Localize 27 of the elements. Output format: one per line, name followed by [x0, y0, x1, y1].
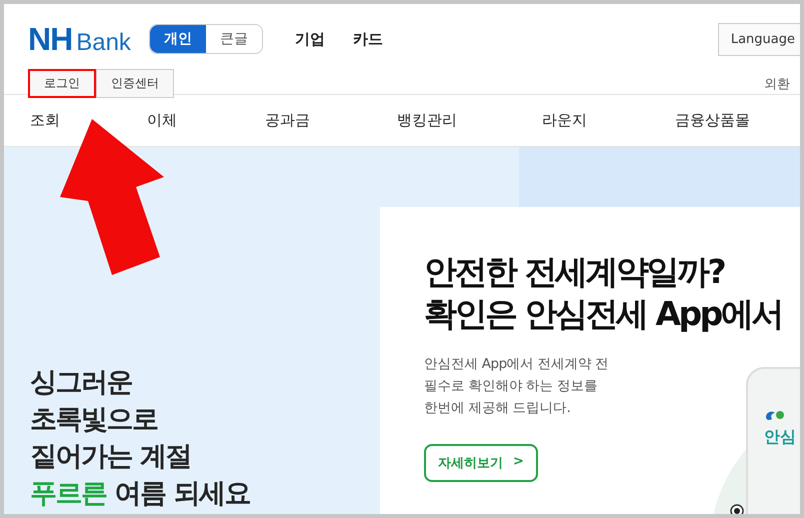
nav-menu-item[interactable]: 라운지 — [542, 111, 675, 130]
fx-link[interactable]: 외환 — [764, 74, 790, 92]
banner-description: 안심전세 App에서 전세계약 전 — [424, 355, 609, 374]
account-button[interactable]: 로그인 — [28, 69, 96, 98]
banner-description: 한번에 제공해 드립니다. — [424, 399, 572, 418]
nav-menu-item[interactable]: 뱅킹관리 — [397, 111, 542, 130]
banner-headline: 확인은 안심전세 App에서 — [424, 293, 783, 335]
banner-headline: 안전한 전세계약일까? — [424, 251, 726, 293]
promo-text: 짙어가는 계절 — [30, 440, 192, 474]
nav-menu-item[interactable]: 금융상품몰 — [675, 111, 800, 130]
promo-highlight-text: 푸르른 — [30, 477, 106, 511]
app-logo-icon — [764, 409, 786, 423]
view-tab[interactable]: 개인 — [150, 25, 206, 53]
app-name-text: 안심 — [764, 427, 797, 448]
nav-menu-item[interactable]: 조회 — [30, 111, 147, 130]
details-button[interactable]: 자세히보기 > — [424, 444, 538, 482]
promo-text: 싱그러운 — [30, 366, 133, 400]
banner-description: 필수로 확인해야 하는 정보를 — [424, 377, 598, 396]
account-button[interactable]: 인증센터 — [96, 69, 174, 98]
nav-menu-item[interactable]: 이체 — [147, 111, 265, 130]
top-link[interactable]: 카드 — [352, 30, 383, 48]
promo-text: 여름 되세요 — [114, 477, 250, 511]
nh-bank-logo[interactable]: NH Bank — [28, 20, 131, 58]
top-link[interactable]: 기업 — [294, 30, 325, 48]
nav-menu-item[interactable]: 공과금 — [265, 111, 397, 130]
language-button[interactable]: Language — [718, 22, 800, 56]
promo-text: 초록빛으로 — [30, 403, 158, 437]
